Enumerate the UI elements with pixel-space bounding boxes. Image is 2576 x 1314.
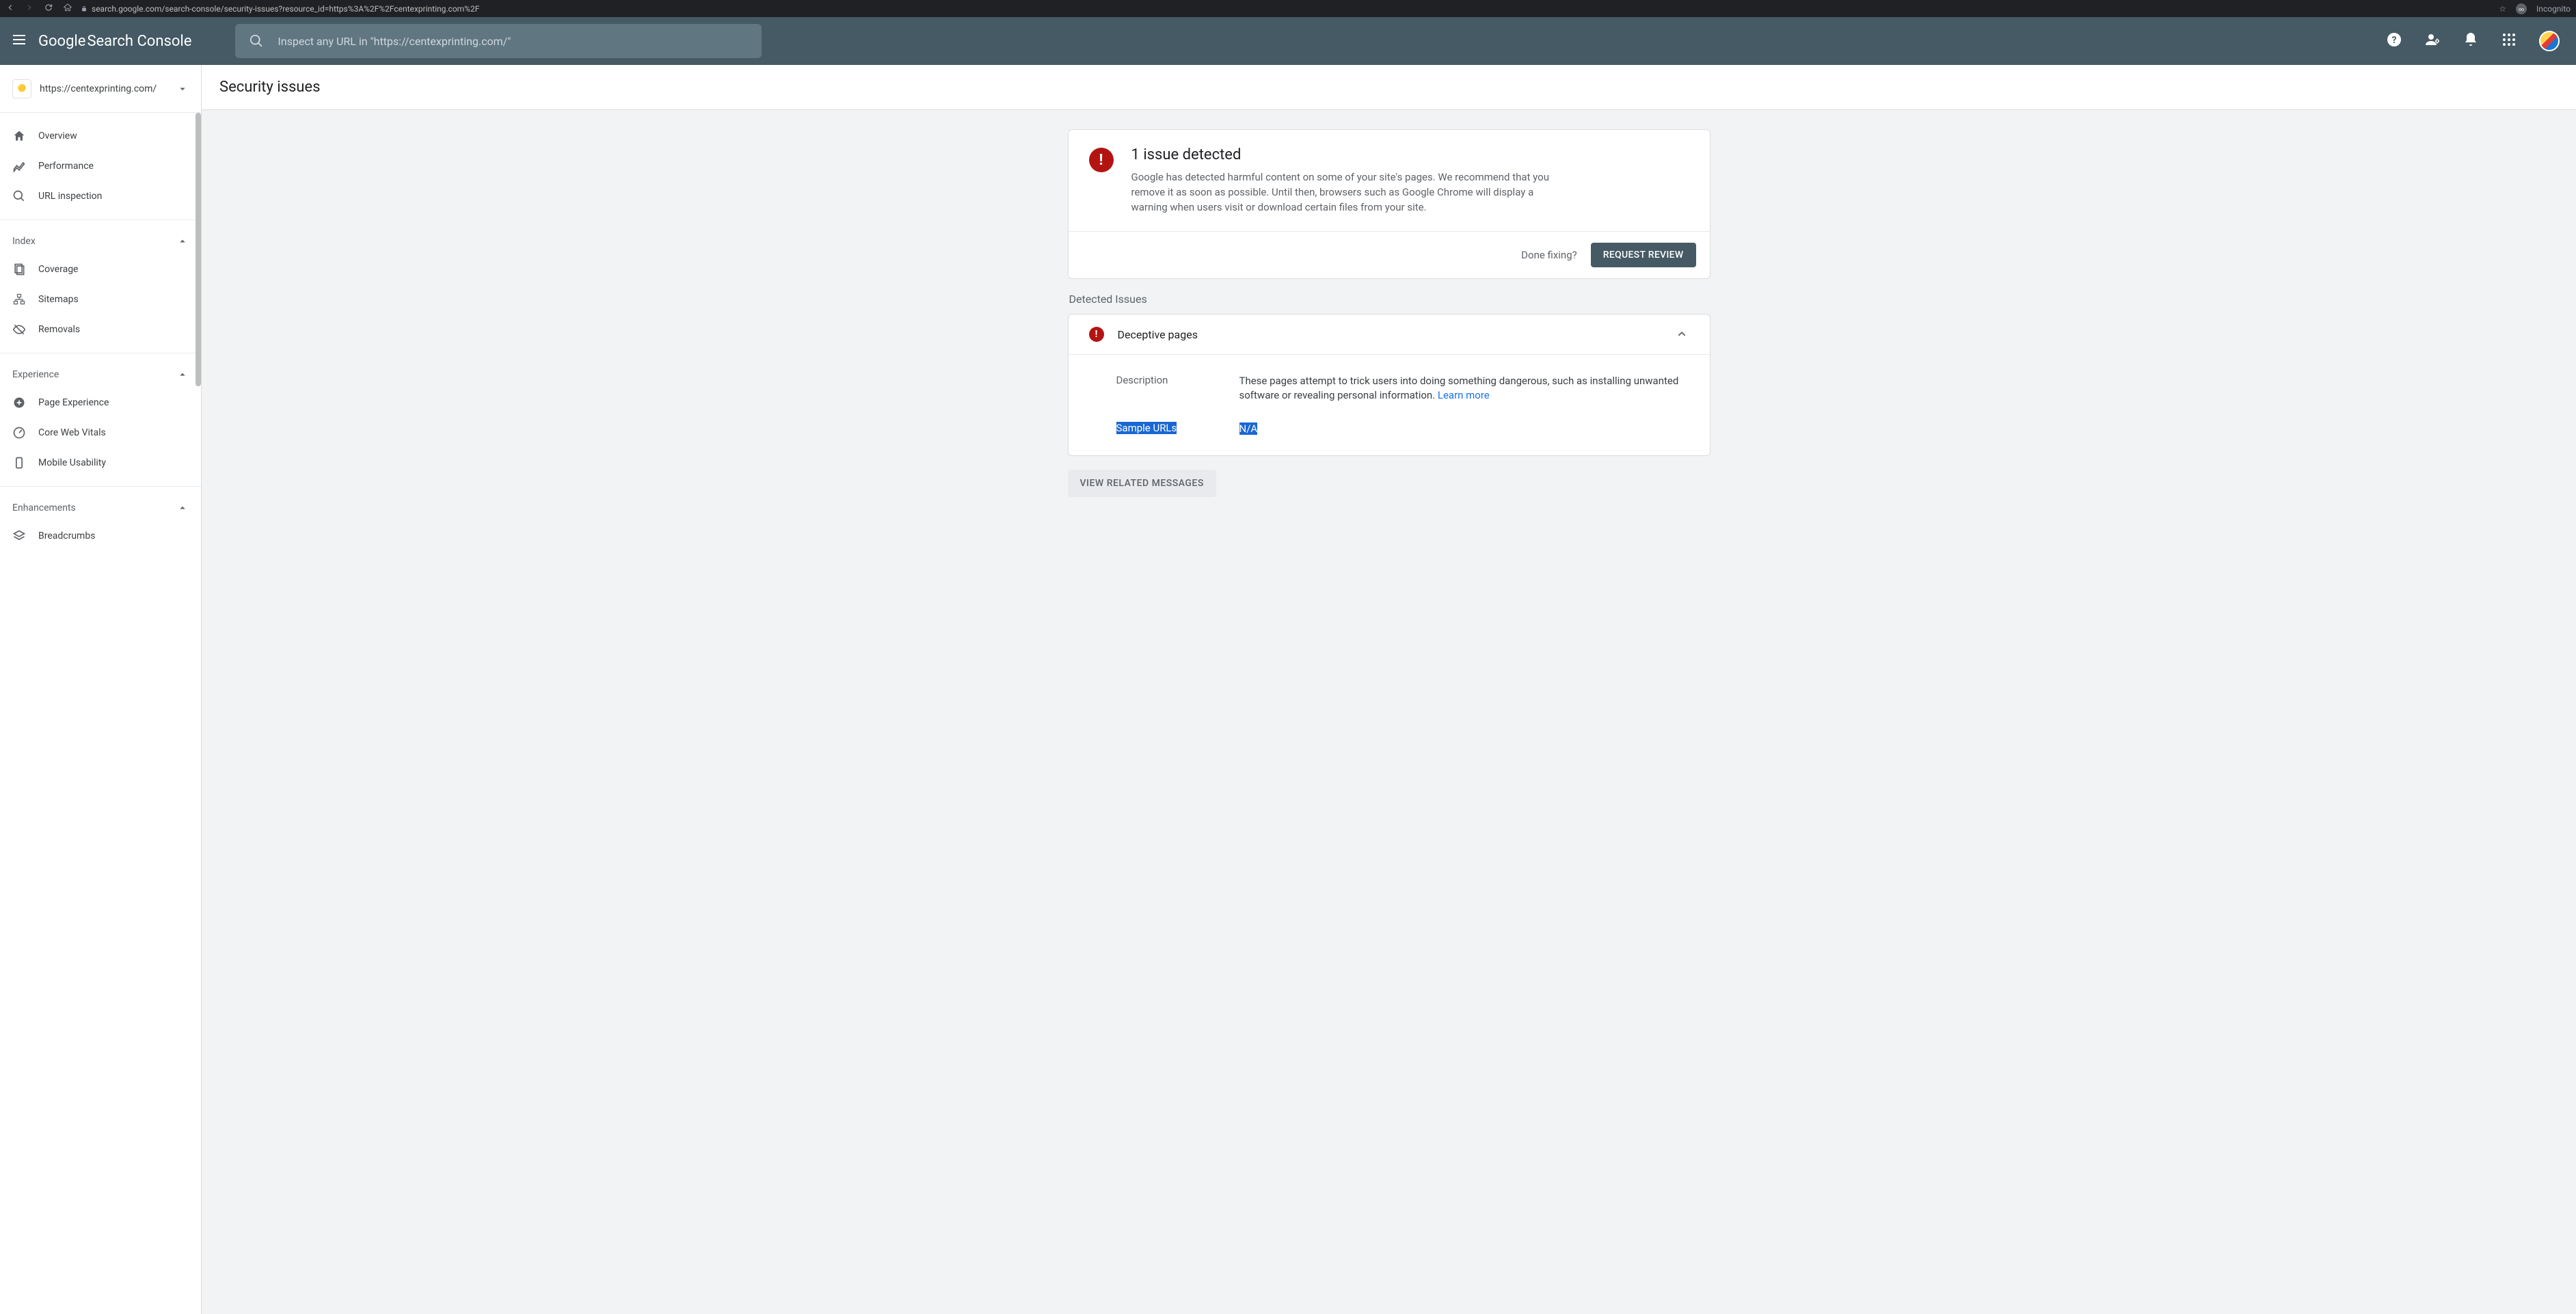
app-header: Google Search Console ?: [0, 17, 2576, 65]
description-value: These pages attempt to trick users into …: [1239, 374, 1689, 403]
layers-icon: [12, 529, 26, 543]
address-bar[interactable]: search.google.com/search-console/securit…: [81, 4, 2491, 14]
menu-icon[interactable]: [11, 31, 27, 51]
sidebar-item-label: Performance: [38, 161, 94, 172]
hidden-icon: [12, 323, 26, 336]
section-label: Index: [12, 236, 36, 247]
sidebar-item-label: Mobile Usability: [38, 457, 106, 468]
page-title-row: Security issues: [202, 65, 2576, 110]
svg-text:?: ?: [2392, 35, 2397, 46]
sidebar-item-overview[interactable]: Overview: [0, 121, 201, 151]
section-label: Experience: [12, 369, 59, 380]
property-url: https://centexprinting.com/: [40, 83, 168, 94]
issue-detail-header[interactable]: ! Deceptive pages: [1069, 314, 1710, 354]
incognito-label: Incognito: [2536, 4, 2571, 14]
search-icon: [12, 189, 26, 203]
sidebar-item-url-inspection[interactable]: URL inspection: [0, 181, 201, 211]
sidebar-item-core-web-vitals[interactable]: Core Web Vitals: [0, 418, 201, 448]
description-label: Description: [1116, 374, 1212, 403]
sidebar-item-label: Sitemaps: [38, 294, 79, 305]
mobile-icon: [12, 456, 26, 470]
sidebar-item-label: Removals: [38, 324, 80, 335]
sidebar-item-coverage[interactable]: Coverage: [0, 254, 201, 284]
browser-chrome-bar: search.google.com/search-console/securit…: [0, 0, 2576, 17]
logo-google: Google: [38, 33, 85, 50]
issue-name: Deceptive pages: [1118, 328, 1661, 341]
section-index-header[interactable]: Index: [0, 228, 201, 254]
lock-icon: [81, 5, 88, 12]
sidebar: 🟡 https://centexprinting.com/ Overview P…: [0, 65, 202, 1314]
notifications-icon[interactable]: [2463, 31, 2479, 51]
done-fixing-label: Done fixing?: [1521, 249, 1577, 261]
sidebar-item-label: Coverage: [38, 264, 78, 275]
account-avatar[interactable]: [2539, 31, 2560, 51]
sidebar-item-removals[interactable]: Removals: [0, 314, 201, 345]
section-label: Enhancements: [12, 502, 76, 513]
chevron-up-icon: [176, 502, 189, 514]
incognito-icon: [2516, 3, 2527, 14]
chevron-up-icon: [176, 235, 189, 247]
page-title: Security issues: [219, 79, 2558, 96]
issue-count-title: 1 issue detected: [1131, 146, 1555, 163]
sidebar-item-performance[interactable]: Performance: [0, 151, 201, 181]
main-content: Security issues ! 1 issue detected Googl…: [202, 65, 2576, 1314]
view-related-messages-button[interactable]: VIEW RELATED MESSAGES: [1068, 470, 1216, 497]
detected-issues-label: Detected Issues: [1069, 293, 1710, 306]
request-review-button[interactable]: REQUEST REVIEW: [1591, 243, 1696, 267]
issue-summary-card: ! 1 issue detected Google has detected h…: [1068, 129, 1710, 279]
sidebar-item-sitemaps[interactable]: Sitemaps: [0, 284, 201, 314]
url-text: search.google.com/search-console/securit…: [92, 4, 479, 14]
sidebar-item-label: Overview: [38, 131, 77, 142]
help-icon[interactable]: ?: [2386, 31, 2402, 51]
chevron-up-icon: [1674, 327, 1689, 342]
sidebar-item-label: Breadcrumbs: [38, 531, 95, 541]
search-icon: [249, 33, 264, 49]
url-inspect-input[interactable]: [278, 35, 748, 48]
section-enhancements-header[interactable]: Enhancements: [0, 495, 201, 521]
back-icon[interactable]: [5, 3, 15, 14]
property-selector[interactable]: 🟡 https://centexprinting.com/: [0, 65, 201, 113]
manage-users-icon[interactable]: [2424, 31, 2441, 51]
star-icon[interactable]: ☆: [2499, 4, 2506, 14]
pages-icon: [12, 263, 26, 276]
sample-urls-value: N/A: [1239, 422, 1689, 436]
sidebar-item-breadcrumbs[interactable]: Breadcrumbs: [0, 521, 201, 551]
reload-icon[interactable]: [44, 3, 53, 14]
apps-icon[interactable]: [2501, 31, 2517, 51]
url-inspect-bar[interactable]: [235, 24, 762, 58]
home-icon[interactable]: [63, 3, 72, 14]
sidebar-item-mobile-usability[interactable]: Mobile Usability: [0, 448, 201, 478]
chart-icon: [12, 159, 26, 173]
chevron-up-icon: [176, 368, 189, 381]
issue-description: Google has detected harmful content on s…: [1131, 170, 1555, 215]
sidebar-item-label: URL inspection: [38, 191, 102, 202]
dropdown-caret-icon: [176, 83, 189, 95]
property-favicon: 🟡: [12, 79, 31, 98]
section-experience-header[interactable]: Experience: [0, 362, 201, 388]
app-logo[interactable]: Google Search Console: [38, 33, 191, 50]
speed-icon: [12, 426, 26, 440]
issue-detail-card: ! Deceptive pages Description These page…: [1068, 314, 1710, 456]
circle-plus-icon: [12, 396, 26, 410]
home-icon: [12, 129, 26, 143]
learn-more-link[interactable]: Learn more: [1438, 389, 1490, 401]
sample-urls-label: Sample URLs: [1116, 422, 1212, 436]
forward-icon[interactable]: [25, 3, 34, 14]
sidebar-item-label: Core Web Vitals: [38, 427, 106, 438]
error-icon: !: [1089, 148, 1114, 172]
error-icon: !: [1089, 327, 1104, 342]
sidebar-item-label: Page Experience: [38, 397, 109, 408]
scrollbar[interactable]: [196, 113, 201, 386]
sidebar-item-page-experience[interactable]: Page Experience: [0, 388, 201, 418]
logo-search-console: Search Console: [87, 33, 191, 50]
sitemap-icon: [12, 293, 26, 306]
